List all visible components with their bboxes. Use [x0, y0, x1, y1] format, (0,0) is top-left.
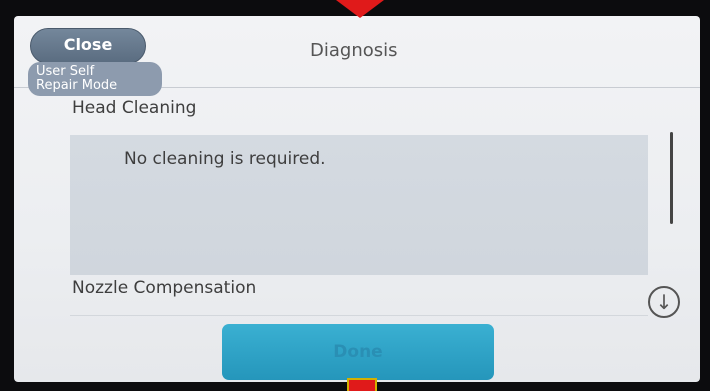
close-button[interactable]: Close	[30, 28, 146, 64]
arrow-down-circle-icon[interactable]: ↓	[648, 286, 680, 318]
bottom-marker	[347, 378, 377, 391]
done-button[interactable]: Done	[222, 324, 494, 380]
section-head-cleaning-label: Head Cleaning	[72, 98, 197, 118]
diagnosis-screen: Close User Self Repair Mode Diagnosis He…	[14, 16, 700, 382]
page-title: Diagnosis	[310, 40, 398, 61]
mode-badge-line-1: User Self	[36, 64, 95, 79]
section-nozzle-compensation-label[interactable]: Nozzle Compensation	[72, 278, 256, 298]
repair-mode-badge: User Self Repair Mode	[28, 62, 162, 96]
scrollbar[interactable]	[670, 132, 673, 224]
mode-badge-line-2: Repair Mode	[36, 78, 118, 93]
row-divider	[70, 315, 648, 316]
head-cleaning-message: No cleaning is required.	[124, 149, 326, 169]
top-marker	[336, 0, 384, 18]
head-cleaning-result-panel: No cleaning is required.	[70, 135, 648, 275]
